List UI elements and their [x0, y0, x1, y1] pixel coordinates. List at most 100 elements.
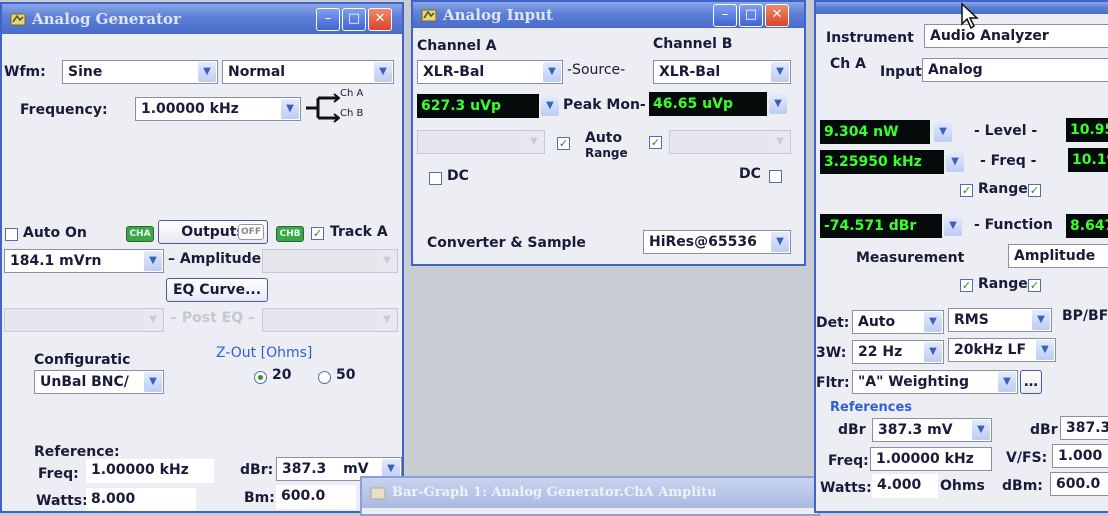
chevron-down-icon[interactable]: ▼ — [771, 62, 789, 82]
vfs-field[interactable]: 1.000 — [1052, 444, 1108, 468]
bw-select[interactable]: 22 Hz ▼ — [852, 340, 944, 364]
auto-range-b-checkbox[interactable]: ✓ — [649, 136, 662, 149]
vfs-value: 1.000 — [1058, 448, 1103, 464]
dbr-field[interactable]: 387.3 mV ▼ — [872, 418, 992, 442]
track-a-label: Track A — [330, 224, 388, 240]
watts-field[interactable]: 8.000 — [86, 488, 196, 511]
function-a-display: -74.571 dBr — [820, 214, 942, 238]
chevron-down-icon[interactable]: ▼ — [771, 232, 789, 252]
chevron-down-icon[interactable]: ▼ — [1032, 310, 1050, 330]
level-b-display: 10.95 — [1066, 118, 1108, 142]
ref-dbr-unit: mV — [343, 461, 369, 477]
amplitude-unit-select[interactable]: ▼ — [262, 249, 398, 273]
filter-select[interactable]: "A" Weighting ▼ — [852, 370, 1018, 394]
amplitude-field[interactable]: 184.1 mVrn ▼ — [4, 249, 164, 273]
app-icon — [10, 13, 26, 26]
peak-b-dropdown-icon[interactable]: ▼ — [769, 94, 787, 114]
function-b-value: 8.647 — [1070, 218, 1108, 234]
auto-on-checkbox[interactable] — [5, 228, 18, 241]
chevron-down-icon[interactable]: ▼ — [378, 310, 396, 330]
input-select[interactable]: Analog — [922, 58, 1108, 82]
chevron-down-icon[interactable]: ▼ — [972, 420, 990, 440]
zout-20-radio[interactable] — [254, 371, 267, 384]
dbr2-label: dBr — [1030, 422, 1058, 438]
chevron-down-icon[interactable]: ▼ — [144, 251, 162, 271]
dbm-ref-value: 600.0 — [1056, 476, 1101, 492]
lf-value: 20kHz LF — [954, 342, 1027, 358]
post-eq-select[interactable]: ▼ — [4, 308, 164, 332]
peak-b-value: 46.65 uVp — [653, 96, 733, 112]
amplitude-label: – Amplitude — [168, 251, 262, 267]
chevron-down-icon[interactable]: ▼ — [543, 62, 561, 82]
chevron-down-icon[interactable]: ▼ — [525, 132, 543, 152]
waveform-select[interactable]: Sine ▼ — [62, 60, 218, 84]
rms-select[interactable]: RMS ▼ — [948, 308, 1052, 332]
range2-checkbox-a[interactable]: ✓ — [960, 279, 973, 292]
dc-a-checkbox[interactable] — [429, 172, 442, 185]
chevron-down-icon[interactable]: ▼ — [198, 62, 216, 82]
channel-a-source-select[interactable]: XLR-Bal ▼ — [417, 60, 563, 84]
maximize-button[interactable]: □ — [342, 8, 366, 31]
chevron-down-icon[interactable]: ▼ — [378, 251, 396, 271]
auto-range-a-checkbox[interactable]: ✓ — [557, 137, 570, 150]
converter-select[interactable]: HiRes@65536 ▼ — [643, 230, 791, 254]
channel-b-label: Channel B — [653, 36, 733, 52]
range-checkbox-b[interactable]: ✓ — [1028, 184, 1041, 197]
chevron-down-icon[interactable]: ▼ — [998, 372, 1016, 392]
mode-select[interactable]: Normal ▼ — [222, 60, 394, 84]
function-a-value: -74.571 dBr — [824, 218, 917, 234]
freq-dropdown-icon[interactable]: ▼ — [946, 152, 964, 172]
minimize-button[interactable]: – — [713, 4, 737, 27]
range2-checkbox-b[interactable]: ✓ — [1028, 279, 1041, 292]
minimize-button[interactable]: – — [316, 8, 340, 31]
watts-ref-field[interactable]: 4.000 — [872, 474, 938, 498]
measurement-select[interactable]: Amplitude — [1008, 244, 1108, 268]
chevron-down-icon[interactable]: ▼ — [144, 372, 162, 392]
ref-freq-field[interactable]: 1.00000 kHz — [86, 459, 214, 483]
range-a-select[interactable]: ▼ — [417, 130, 545, 154]
channel-b-source-select[interactable]: XLR-Bal ▼ — [653, 60, 791, 84]
configuration-select[interactable]: UnBal BNC/ ▼ — [34, 370, 164, 394]
bargraph-titlebar[interactable]: Bar-Graph 1: Analog Generator.ChA Amplit… — [362, 478, 818, 508]
auto-on-label: Auto On — [23, 225, 87, 241]
zout-50-label: 50 — [336, 367, 356, 383]
close-button[interactable]: ✕ — [368, 8, 392, 31]
auto-range-label-2: Range — [585, 146, 628, 160]
chevron-down-icon[interactable]: ▼ — [144, 310, 162, 330]
chevron-down-icon[interactable]: ▼ — [924, 312, 942, 332]
dbr2-field[interactable]: 387.3 — [1060, 416, 1108, 440]
freq-ref-field[interactable]: 1.00000 kHz — [870, 447, 992, 471]
chevron-down-icon[interactable]: ▼ — [924, 342, 942, 362]
dbm-field[interactable]: 600.0 — [276, 485, 356, 509]
range-checkbox-a[interactable]: ✓ — [960, 184, 973, 197]
eq-curve-button[interactable]: EQ Curve... — [166, 278, 268, 302]
dbm-ref-label: dBm: — [1002, 478, 1043, 494]
wfm-label: Wfm: — [4, 64, 46, 80]
chevron-down-icon[interactable]: ▼ — [374, 62, 392, 82]
function-dropdown-icon[interactable]: ▼ — [944, 216, 962, 236]
close-button[interactable]: ✕ — [765, 4, 789, 27]
post-eq-select-2[interactable]: ▼ — [262, 308, 398, 332]
dbm-ref-field[interactable]: 600.0 — [1050, 472, 1108, 496]
lf-select[interactable]: 20kHz LF ▼ — [948, 338, 1056, 362]
zout-50-radio[interactable] — [318, 371, 331, 384]
instrument-select[interactable]: Audio Analyzer — [924, 24, 1108, 48]
amplitude-value: 184.1 mVrn — [10, 253, 102, 269]
ref-dbr-label: dBr: — [240, 462, 274, 478]
chevron-down-icon[interactable]: ▼ — [771, 132, 789, 152]
maximize-button[interactable]: □ — [739, 4, 763, 27]
range-b-select[interactable]: ▼ — [669, 130, 791, 154]
track-a-checkbox[interactable]: ✓ — [311, 227, 324, 240]
chevron-down-icon[interactable]: ▼ — [281, 99, 299, 119]
dc-b-checkbox[interactable] — [769, 170, 782, 183]
peak-a-dropdown-icon[interactable]: ▼ — [541, 96, 559, 116]
det-select[interactable]: Auto ▼ — [852, 310, 944, 334]
level-a-display: 9.304 nW — [820, 120, 930, 144]
filter-more-button[interactable]: … — [1020, 370, 1042, 394]
chb-badge[interactable]: CHB — [276, 226, 304, 242]
cha-badge[interactable]: CHA — [126, 226, 154, 242]
chevron-down-icon[interactable]: ▼ — [1036, 340, 1054, 360]
level-dropdown-icon[interactable]: ▼ — [934, 122, 952, 142]
channel-a-source-value: XLR-Bal — [423, 64, 485, 80]
frequency-field[interactable]: 1.00000 kHz ▼ — [135, 97, 301, 121]
